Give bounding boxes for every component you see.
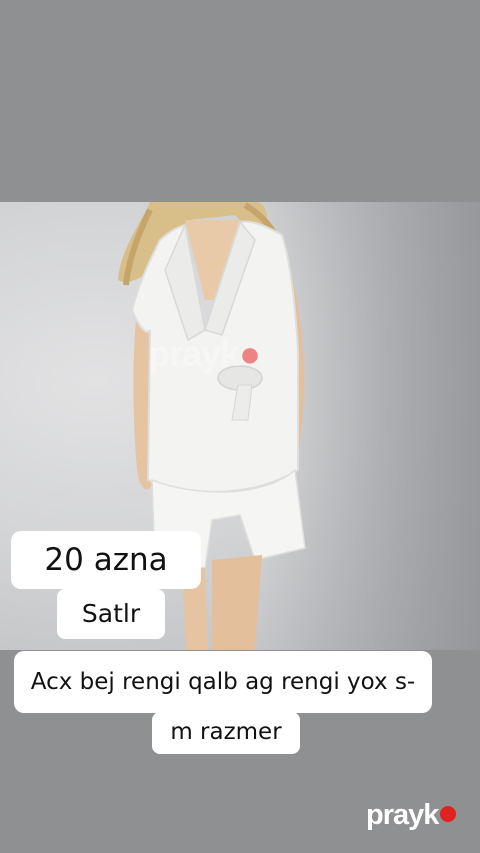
description-line-2: m razmer (152, 712, 300, 754)
brand-watermark: prayk (366, 799, 457, 832)
price-label: 20 azna (11, 531, 201, 589)
brand-dot-icon (440, 806, 457, 823)
watermark-dot-icon: ● (239, 333, 261, 374)
right-leg (212, 555, 262, 650)
center-watermark: prayk● (148, 333, 261, 375)
brand-watermark-text: prayk (366, 799, 439, 831)
sell-label: Satlr (57, 589, 165, 639)
description-line-1: Acx bej rengi qalb ag rengi yox s- (14, 651, 432, 713)
center-watermark-text: prayk (148, 333, 240, 374)
